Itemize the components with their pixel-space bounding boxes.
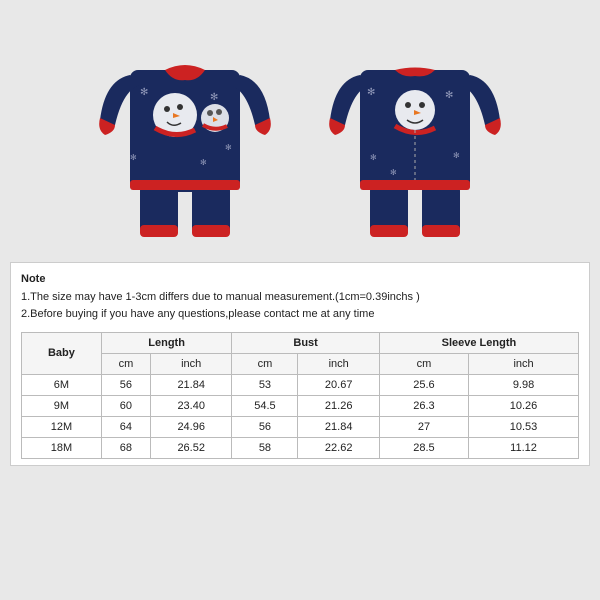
length-cm-val: 56 (101, 374, 150, 395)
sleeve-inch-val: 10.53 (469, 416, 579, 437)
length-header: Length (101, 332, 232, 353)
size-label: 6M (22, 374, 102, 395)
sleeve-header: Sleeve Length (379, 332, 578, 353)
sleeve-inch-val: 9.98 (469, 374, 579, 395)
svg-text:✻: ✻ (140, 87, 148, 98)
note-section: Note 1.The size may have 1-3cm differs d… (21, 271, 579, 324)
size-table-body: 6M 56 21.84 53 20.67 25.6 9.98 9M 60 23.… (22, 374, 579, 458)
sleeve-cm-header: cm (379, 353, 468, 374)
table-row: 9M 60 23.40 54.5 21.26 26.3 10.26 (22, 395, 579, 416)
length-cm-val: 64 (101, 416, 150, 437)
sleeve-cm-val: 28.5 (379, 437, 468, 458)
length-cm-val: 60 (101, 395, 150, 416)
size-table-section: Note 1.The size may have 1-3cm differs d… (10, 262, 590, 466)
sleeve-inch-val: 10.26 (469, 395, 579, 416)
images-row: ✻ ✻ ✻ ✻ ✻ (10, 10, 590, 250)
sleeve-inch-header: inch (469, 353, 579, 374)
svg-text:✻: ✻ (390, 168, 397, 177)
bust-inch-val: 20.67 (298, 374, 379, 395)
length-cm-header: cm (101, 353, 150, 374)
svg-text:✻: ✻ (130, 153, 137, 162)
svg-text:✻: ✻ (200, 158, 207, 167)
length-inch-val: 23.40 (151, 395, 232, 416)
main-container: ✻ ✻ ✻ ✻ ✻ (0, 0, 600, 600)
note-line-1: 1.The size may have 1-3cm differs due to… (21, 291, 420, 303)
sleeve-cm-val: 25.6 (379, 374, 468, 395)
bust-cm-header: cm (232, 353, 298, 374)
bust-cm-val: 58 (232, 437, 298, 458)
svg-text:✻: ✻ (453, 151, 460, 160)
size-label: 9M (22, 395, 102, 416)
bust-cm-val: 56 (232, 416, 298, 437)
bust-header: Bust (232, 332, 379, 353)
length-inch-val: 24.96 (151, 416, 232, 437)
svg-text:✻: ✻ (370, 153, 377, 162)
sleeve-cm-val: 26.3 (379, 395, 468, 416)
size-label: 12M (22, 416, 102, 437)
bust-cm-val: 54.5 (232, 395, 298, 416)
size-table: Baby Length Bust Sleeve Length cm inch c… (21, 332, 579, 459)
length-inch-header: inch (151, 353, 232, 374)
table-header-groups: Baby Length Bust Sleeve Length (22, 332, 579, 353)
table-row: 18M 68 26.52 58 22.62 28.5 11.12 (22, 437, 579, 458)
table-subheaders: cm inch cm inch cm inch (22, 353, 579, 374)
sleeve-cm-val: 27 (379, 416, 468, 437)
svg-text:✻: ✻ (367, 87, 375, 98)
romper-back-image: ✻ ✻ ✻ ✻ ✻ (315, 10, 515, 250)
bust-inch-val: 21.26 (298, 395, 379, 416)
note-title: Note (21, 273, 45, 285)
svg-text:✻: ✻ (210, 92, 218, 103)
svg-text:✻: ✻ (445, 90, 453, 101)
table-row: 12M 64 24.96 56 21.84 27 10.53 (22, 416, 579, 437)
note-line-2: 2.Before buying if you have any question… (21, 308, 374, 320)
romper-front-image: ✻ ✻ ✻ ✻ ✻ (85, 10, 285, 250)
category-header: Baby (22, 332, 102, 374)
bust-inch-val: 22.62 (298, 437, 379, 458)
table-row: 6M 56 21.84 53 20.67 25.6 9.98 (22, 374, 579, 395)
svg-text:✻: ✻ (225, 143, 232, 152)
bust-inch-header: inch (298, 353, 379, 374)
sleeve-inch-val: 11.12 (469, 437, 579, 458)
bust-inch-val: 21.84 (298, 416, 379, 437)
bust-cm-val: 53 (232, 374, 298, 395)
length-inch-val: 26.52 (151, 437, 232, 458)
length-inch-val: 21.84 (151, 374, 232, 395)
length-cm-val: 68 (101, 437, 150, 458)
size-label: 18M (22, 437, 102, 458)
